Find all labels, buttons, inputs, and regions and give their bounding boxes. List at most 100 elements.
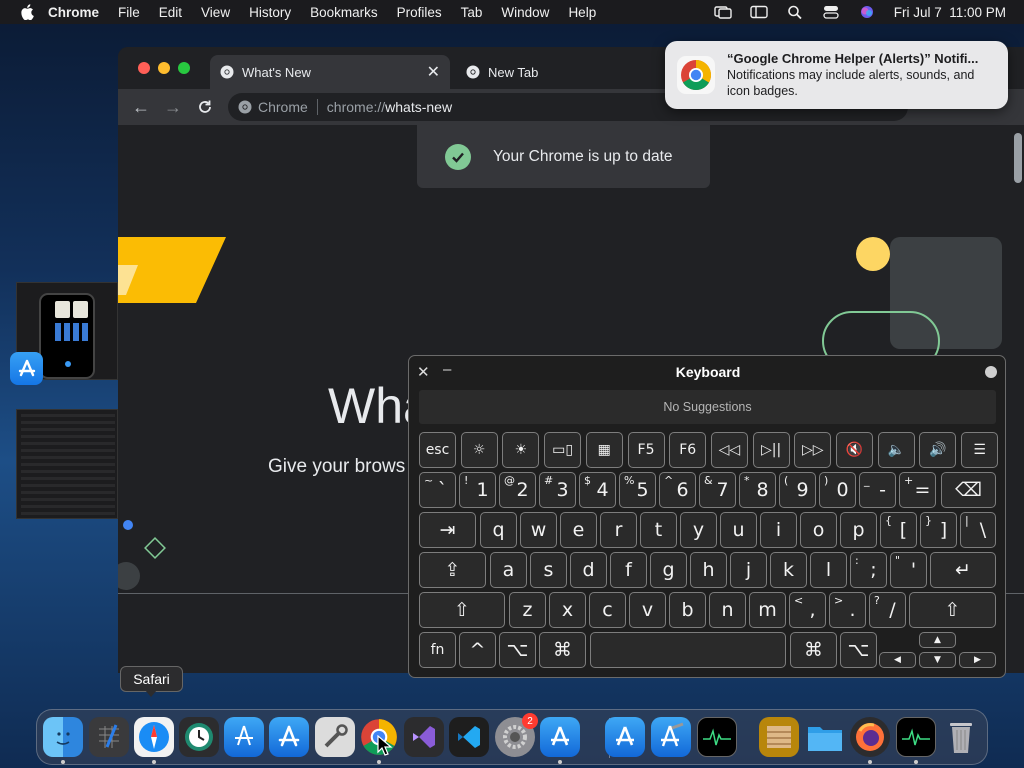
- key-fn-9[interactable]: ▷▷: [794, 432, 832, 468]
- key-top-2[interactable]: w: [520, 512, 557, 548]
- close-window-button[interactable]: [138, 62, 150, 74]
- tab-whats-new[interactable]: What's New ✕: [210, 55, 450, 89]
- key-home-9[interactable]: l: [810, 552, 847, 588]
- dock-app-store[interactable]: [269, 717, 309, 757]
- key-num-11[interactable]: _ -: [859, 472, 896, 508]
- key-top-7[interactable]: u: [720, 512, 757, 548]
- close-icon[interactable]: ✕: [417, 363, 430, 381]
- key-fn-2[interactable]: ☀: [502, 432, 540, 468]
- key-fn-0[interactable]: esc: [419, 432, 456, 468]
- key-right-option[interactable]: ⌥: [840, 632, 877, 668]
- key-bottom-1[interactable]: z: [509, 592, 546, 628]
- zoom-window-button[interactable]: [178, 62, 190, 74]
- key-top-1[interactable]: q: [480, 512, 517, 548]
- key-home-3[interactable]: d: [570, 552, 607, 588]
- key-num-0[interactable]: ~ `: [419, 472, 456, 508]
- key-bottom-9[interactable]: >.: [829, 592, 866, 628]
- dock-vs-code[interactable]: [449, 717, 489, 757]
- key-num-6[interactable]: ^ 6: [659, 472, 696, 508]
- key-left-shift[interactable]: ⇧: [419, 592, 505, 628]
- menu-edit[interactable]: Edit: [159, 5, 182, 20]
- key-arrow-up[interactable]: ▲: [919, 632, 956, 648]
- menu-help[interactable]: Help: [568, 5, 596, 20]
- dock-app-store-2[interactable]: [605, 717, 645, 757]
- menu-clock[interactable]: Fri Jul 7 11:00 PM: [894, 5, 1006, 20]
- key-left-option[interactable]: ⌥: [499, 632, 536, 668]
- menu-window[interactable]: Window: [501, 5, 549, 20]
- key-home-1[interactable]: a: [490, 552, 527, 588]
- dock-firefox[interactable]: [850, 717, 890, 757]
- siri-icon[interactable]: [858, 5, 876, 19]
- control-center-icon[interactable]: [822, 5, 840, 19]
- key-top-9[interactable]: o: [800, 512, 837, 548]
- key-num-2[interactable]: @2: [499, 472, 536, 508]
- key-bottom-10[interactable]: ? /: [869, 592, 906, 628]
- key-space[interactable]: [590, 632, 786, 668]
- dock-trash[interactable]: [941, 717, 981, 757]
- menu-profiles[interactable]: Profiles: [397, 5, 442, 20]
- window-thumbnail-xcode[interactable]: [16, 409, 118, 519]
- key-home-11[interactable]: " ': [890, 552, 927, 588]
- key-num-9[interactable]: (9: [779, 472, 816, 508]
- scrollbar[interactable]: [1014, 133, 1022, 183]
- key-num-10[interactable]: ) 0: [819, 472, 856, 508]
- key-left-command[interactable]: ⌘: [539, 632, 586, 668]
- key-right-shift[interactable]: ⇧: [909, 592, 996, 628]
- key-fn-8[interactable]: ▷||: [752, 432, 790, 468]
- key-control[interactable]: ^: [459, 632, 496, 668]
- dock-archive[interactable]: [759, 717, 799, 757]
- dock-xcode-helper[interactable]: [540, 717, 580, 757]
- key-arrow-right[interactable]: ▶: [959, 652, 996, 668]
- dock-migrate[interactable]: [224, 717, 264, 757]
- dock-google-chrome[interactable]: [359, 717, 399, 757]
- key-top-10[interactable]: p: [840, 512, 877, 548]
- dock-finder[interactable]: [43, 717, 83, 757]
- key-top-12[interactable]: }]: [920, 512, 957, 548]
- menu-tab[interactable]: Tab: [461, 5, 483, 20]
- dock-xcode[interactable]: [651, 717, 691, 757]
- key-caps-lock[interactable]: ⇪: [419, 552, 486, 588]
- key-bottom-4[interactable]: v: [629, 592, 666, 628]
- dock-activity-monitor-2[interactable]: [896, 717, 936, 757]
- key-top-6[interactable]: y: [680, 512, 717, 548]
- notification-banner[interactable]: “Google Chrome Helper (Alerts)” Notifi..…: [665, 41, 1008, 109]
- key-home-4[interactable]: f: [610, 552, 647, 588]
- key-top-4[interactable]: r: [600, 512, 637, 548]
- key-top-5[interactable]: t: [640, 512, 677, 548]
- key-fn-6[interactable]: F6: [669, 432, 707, 468]
- key-num-8[interactable]: * 8: [739, 472, 776, 508]
- key-top-8[interactable]: i: [760, 512, 797, 548]
- back-icon[interactable]: ←: [130, 96, 152, 118]
- key-bottom-3[interactable]: c: [589, 592, 626, 628]
- key-arrow-down[interactable]: ▼: [919, 652, 956, 668]
- spotlight-search-icon[interactable]: [786, 5, 804, 19]
- key-right-command[interactable]: ⌘: [790, 632, 837, 668]
- key-fn-3[interactable]: ▭▯: [544, 432, 582, 468]
- key-fn-13[interactable]: ☰: [961, 432, 999, 468]
- tab-new-tab[interactable]: New Tab: [458, 55, 658, 89]
- key-fn-4[interactable]: ▦: [585, 432, 623, 468]
- menu-history[interactable]: History: [249, 5, 291, 20]
- key-num-5[interactable]: % 5: [619, 472, 656, 508]
- key-num-1[interactable]: ! 1: [459, 472, 496, 508]
- forward-icon[interactable]: →: [162, 96, 184, 118]
- key-bottom-7[interactable]: m: [749, 592, 786, 628]
- key-delete[interactable]: ⌫: [941, 472, 996, 508]
- key-arrow-left[interactable]: ◀: [879, 652, 916, 668]
- app-store-drag-icon[interactable]: [10, 352, 43, 385]
- key-home-8[interactable]: k: [770, 552, 807, 588]
- key-num-3[interactable]: #3: [539, 472, 576, 508]
- key-home-2[interactable]: s: [530, 552, 567, 588]
- key-home-10[interactable]: :;: [850, 552, 887, 588]
- minimize-icon[interactable]: –: [443, 361, 451, 378]
- reload-icon[interactable]: [194, 96, 216, 118]
- key-bottom-5[interactable]: b: [669, 592, 706, 628]
- key-num-4[interactable]: $4: [579, 472, 616, 508]
- key-bottom-6[interactable]: n: [709, 592, 746, 628]
- dock-safari[interactable]: [134, 717, 174, 757]
- sidebar-display-icon[interactable]: [750, 5, 768, 19]
- key-tab[interactable]: ⇥: [419, 512, 476, 548]
- menu-view[interactable]: View: [201, 5, 230, 20]
- key-num-7[interactable]: & 7: [699, 472, 736, 508]
- key-fn-11[interactable]: 🔈: [877, 432, 915, 468]
